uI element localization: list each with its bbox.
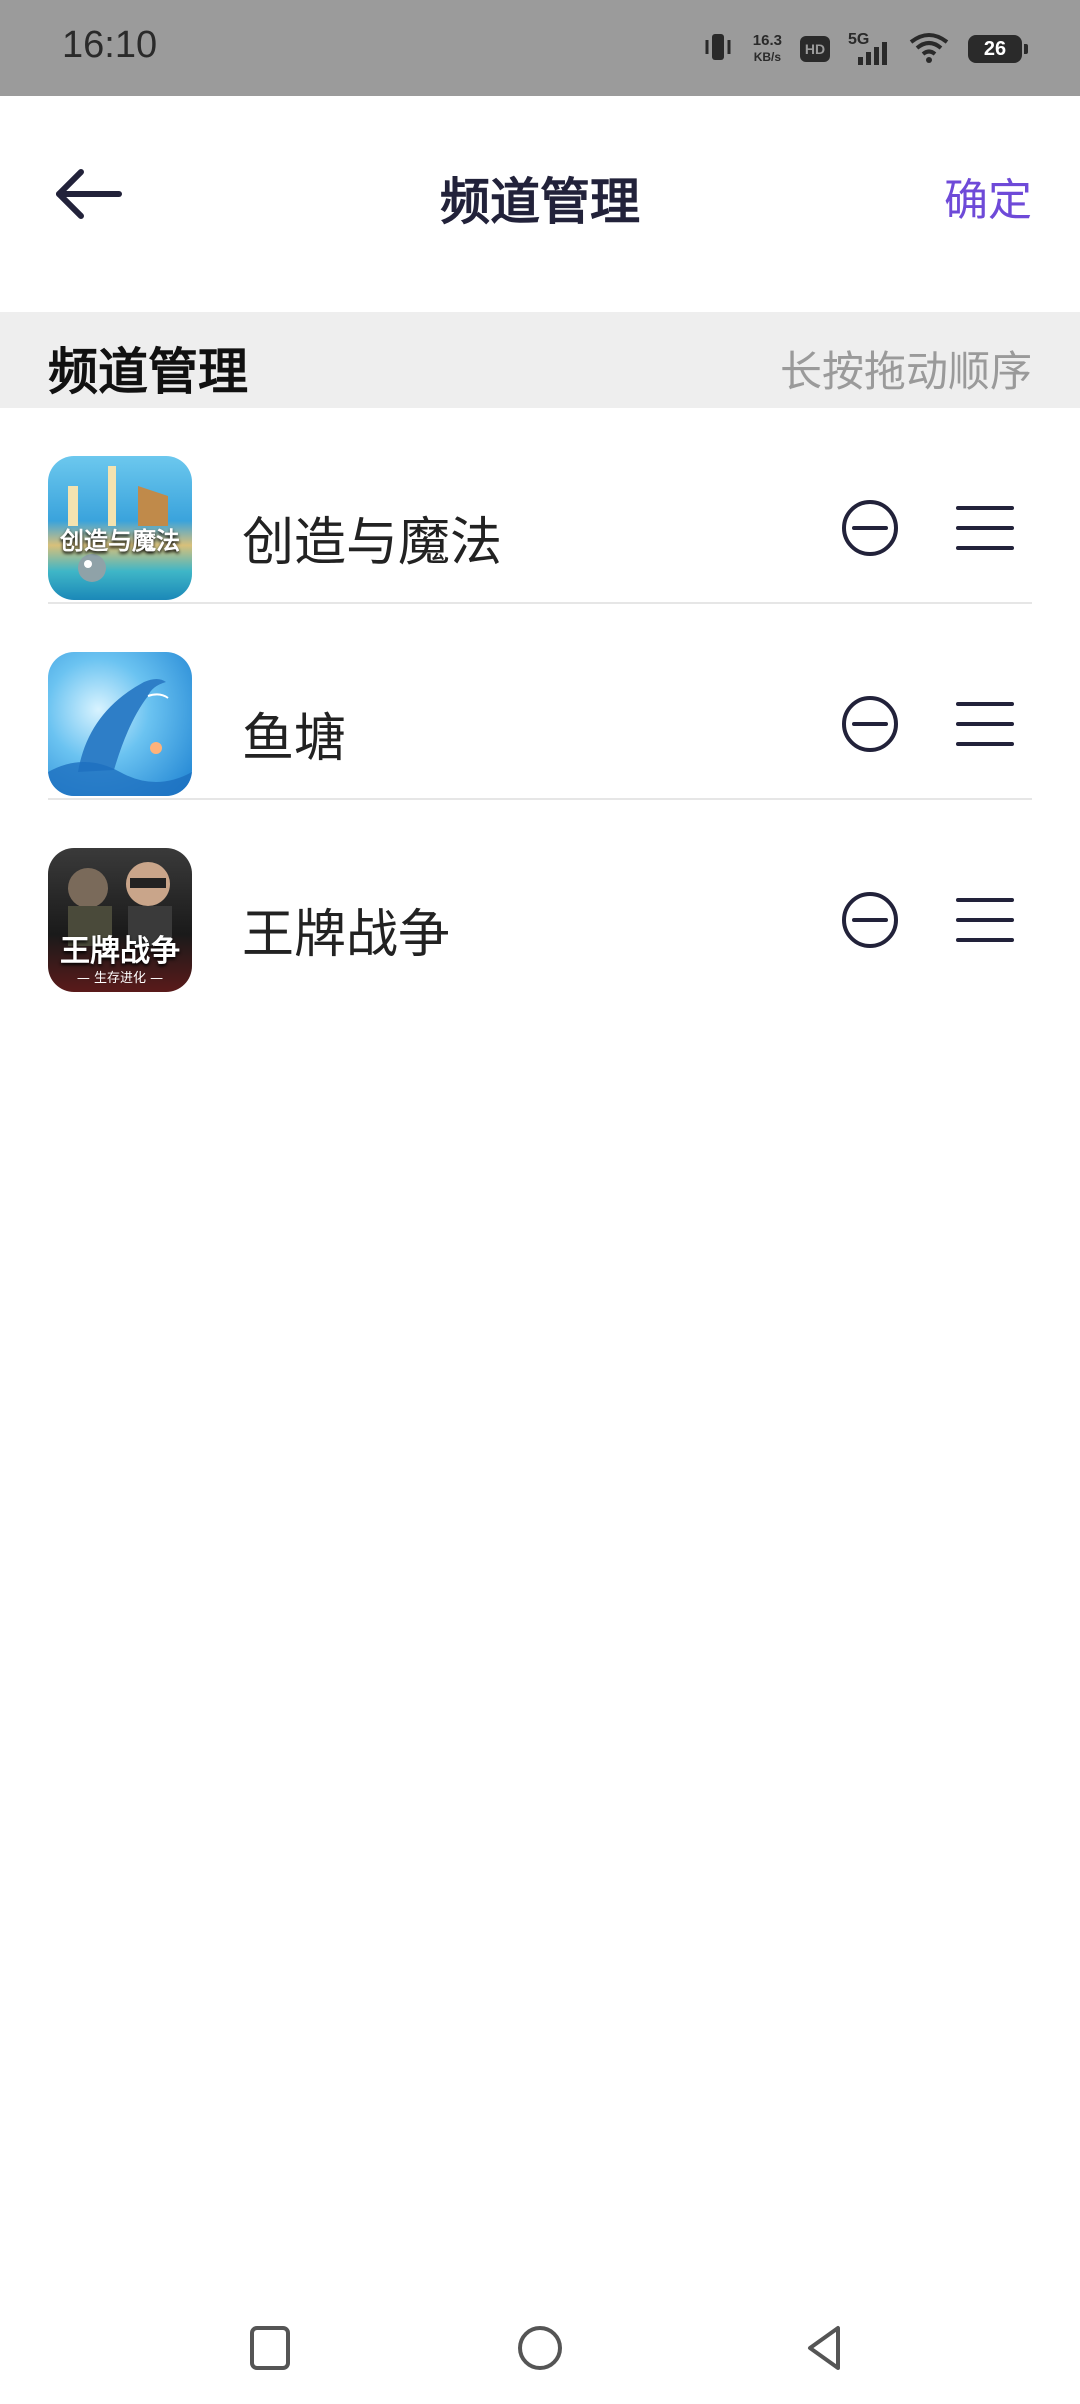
- section-header: 频道管理 长按拖动顺序: [0, 312, 1080, 408]
- channel-name: 王牌战争: [242, 905, 451, 965]
- triangle-back-icon: [808, 2326, 840, 2370]
- channel-name: 鱼塘: [242, 709, 347, 769]
- hamburger-icon: [956, 898, 1014, 942]
- thumb-label: 王牌战争: [60, 934, 180, 969]
- recent-apps-button[interactable]: [240, 2318, 300, 2378]
- channel-name: 创造与魔法: [242, 513, 503, 573]
- creation-magic-thumbnail: 创造与魔法: [48, 456, 192, 600]
- remove-channel-button[interactable]: [838, 496, 902, 560]
- ace-war-thumbnail: 王牌战争 — 生存进化 —: [48, 848, 192, 992]
- back-nav-button[interactable]: [796, 2318, 856, 2378]
- speed-unit: KB/s: [753, 50, 782, 64]
- drag-handle[interactable]: [956, 500, 1014, 556]
- drag-handle[interactable]: [956, 892, 1014, 948]
- vibrate-icon: [701, 30, 735, 68]
- drag-handle[interactable]: [956, 696, 1014, 752]
- status-time: 16:10: [62, 24, 158, 66]
- battery-indicator: 26: [968, 35, 1028, 63]
- remove-channel-button[interactable]: [838, 692, 902, 756]
- section-title: 频道管理: [48, 343, 248, 401]
- minus-circle-icon: [842, 500, 898, 556]
- square-icon: [250, 2326, 290, 2370]
- minus-circle-icon: [842, 892, 898, 948]
- network-speed: 16.3 KB/s: [753, 33, 782, 65]
- page-title: 频道管理: [440, 173, 640, 231]
- minus-circle-icon: [842, 696, 898, 752]
- wifi-icon: [908, 30, 950, 68]
- system-navigation-bar: [0, 2290, 1080, 2404]
- dolphin-thumbnail: [48, 652, 192, 796]
- hd-badge: HD: [800, 36, 830, 62]
- section-hint: 长按拖动顺序: [779, 347, 1032, 396]
- thumb-label: 创造与魔法: [60, 527, 180, 555]
- status-bar: 16:10 16.3 KB/s HD 5G 26: [0, 0, 1080, 96]
- channel-list: 创造与魔法 创造与魔法 鱼塘 王牌战争 — 生存进化 — 王牌战争: [0, 408, 1080, 994]
- hamburger-icon: [956, 702, 1014, 746]
- signal-5g-icon: 5G: [848, 31, 890, 67]
- channel-row[interactable]: 创造与魔法 创造与魔法: [48, 408, 1032, 604]
- hamburger-icon: [956, 506, 1014, 550]
- circle-icon: [518, 2326, 562, 2370]
- channel-row[interactable]: 王牌战争 — 生存进化 — 王牌战争: [48, 800, 1032, 994]
- remove-channel-button[interactable]: [838, 888, 902, 952]
- status-icons: 16.3 KB/s HD 5G 26: [701, 30, 1028, 68]
- speed-value: 16.3: [752, 32, 782, 49]
- confirm-button[interactable]: 确定: [944, 164, 1032, 228]
- channel-row[interactable]: 鱼塘: [48, 604, 1032, 800]
- home-button[interactable]: [510, 2318, 570, 2378]
- header: 频道管理 确定: [0, 96, 1080, 312]
- thumb-sub: — 生存进化 —: [76, 971, 164, 986]
